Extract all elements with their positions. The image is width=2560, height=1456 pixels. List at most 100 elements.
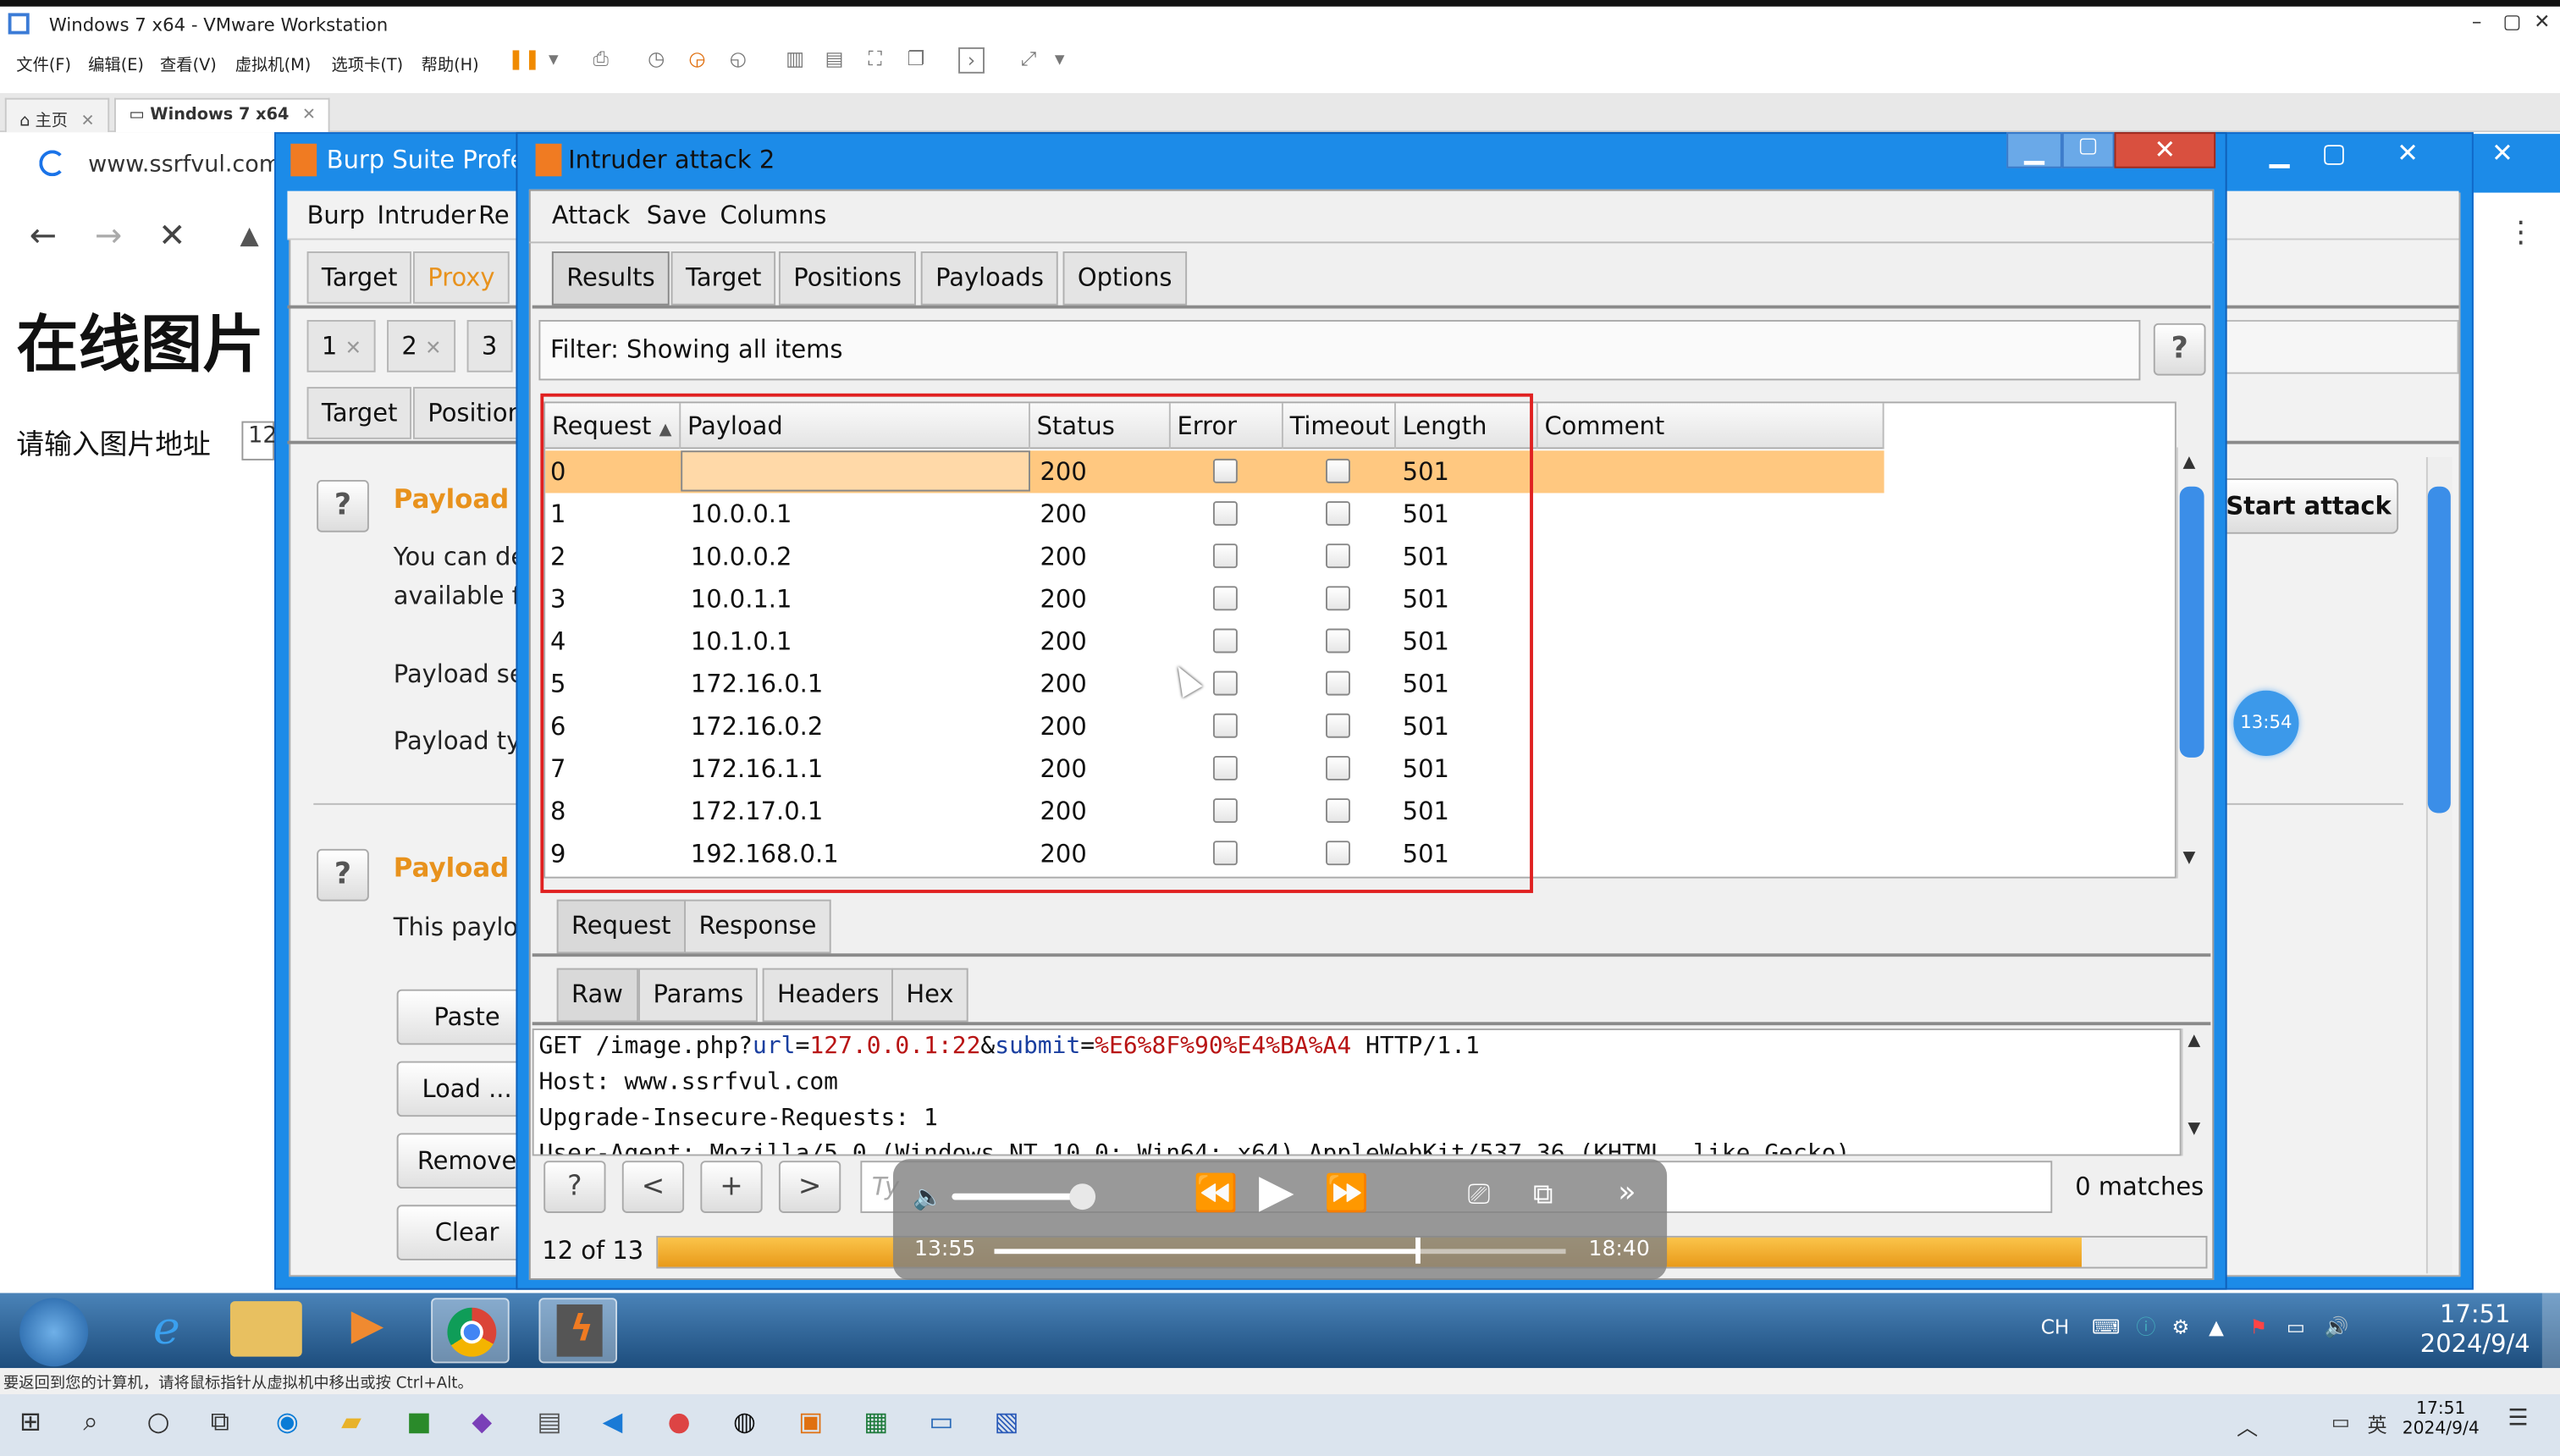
volume-slider[interactable] (952, 1193, 1083, 1200)
file-explorer-icon[interactable]: ▰ (341, 1406, 361, 1437)
seek-knob[interactable] (1415, 1237, 1421, 1264)
close-icon[interactable]: ✕ (81, 113, 95, 130)
tab-2[interactable]: 2 ✕ (387, 320, 456, 372)
close-icon[interactable]: ✕ (2534, 10, 2550, 33)
warning-icon[interactable]: ▲ (240, 220, 259, 250)
column-comment[interactable]: Comment (1538, 403, 1884, 449)
visual-studio-icon[interactable]: ◆ (472, 1406, 492, 1437)
windows-start-icon[interactable]: ⊞ (19, 1406, 41, 1437)
snapshot-manager-icon[interactable]: ◵ (725, 47, 751, 74)
image-url-input[interactable]: 12 (241, 421, 278, 461)
volume-icon[interactable]: 🔈 (913, 1182, 943, 1211)
menu-tabs[interactable]: 选项卡(T) (332, 51, 404, 75)
airplay-icon[interactable]: ⎚ (1468, 1178, 1490, 1211)
snapshot-icon[interactable]: ◷ (643, 47, 670, 74)
tab-payloads[interactable]: Payloads (920, 251, 1059, 306)
send-keys-icon[interactable]: ⎙ (588, 47, 614, 74)
tab-request[interactable]: Request (556, 899, 686, 954)
raw-scrollbar[interactable]: ▲ ▼ (2181, 1029, 2211, 1156)
menu-help[interactable]: 帮助(H) (422, 51, 479, 75)
tab-params[interactable]: Params (638, 968, 759, 1023)
menu-vm[interactable]: 虚拟机(M) (235, 51, 312, 75)
address-bar[interactable]: www.ssrfvul.com (88, 152, 281, 178)
picture-in-picture-icon[interactable]: ⧉ (1533, 1178, 1553, 1211)
play-icon[interactable]: ▶ (1259, 1164, 1294, 1218)
help-button[interactable]: ? (317, 480, 369, 532)
maximize-icon[interactable]: ▢ (2061, 132, 2115, 168)
show-desktop-button[interactable] (2541, 1293, 2560, 1369)
revert-snapshot-icon[interactable]: ◶ (684, 47, 710, 74)
tab-3[interactable]: 3 (466, 320, 512, 372)
vscode-icon[interactable]: ◀ (603, 1406, 623, 1437)
previous-button[interactable]: < (621, 1161, 685, 1213)
rewind-icon[interactable]: ⏪ (1194, 1174, 1239, 1215)
menu-file[interactable]: 文件(F) (16, 51, 71, 75)
win7-clock[interactable]: 17:51 2024/9/4 (2410, 1299, 2541, 1358)
console-icon[interactable]: › (958, 47, 985, 74)
ie-icon[interactable]: ℯ (127, 1301, 206, 1366)
tab-headers[interactable]: Headers (762, 968, 894, 1023)
tab-1[interactable]: 1 ✕ (306, 320, 377, 372)
menu-columns[interactable]: Columns (720, 201, 827, 230)
sidebar-icon[interactable]: ▥ (782, 47, 808, 74)
unity-icon[interactable]: ❐ (903, 47, 930, 74)
burp-menu-burp[interactable]: Burp (307, 201, 365, 230)
tab-options[interactable]: Options (1062, 251, 1187, 306)
volume-knob[interactable] (1069, 1183, 1096, 1211)
stretch-icon[interactable]: ⤢ (1016, 47, 1042, 74)
tab-windows7[interactable]: ▭ Windows 7 x64 ✕ (114, 97, 331, 133)
network-icon[interactable]: ▭ (2287, 1315, 2305, 1338)
chrome-host-icon[interactable]: ● (668, 1406, 691, 1437)
ime-indicator[interactable]: 英 (2367, 1410, 2386, 1438)
thumbnail-icon[interactable]: ▤ (821, 47, 847, 74)
next-button[interactable]: > (778, 1161, 841, 1213)
search-icon[interactable]: ⌕ (83, 1406, 97, 1439)
help-button[interactable]: ? (2153, 323, 2206, 376)
menu-edit[interactable]: 编辑(E) (88, 51, 144, 75)
help-button[interactable]: ? (317, 848, 369, 902)
filter-bar[interactable]: Filter: Showing all items (538, 320, 2141, 381)
minimize-icon[interactable]: ▁ (2006, 132, 2062, 168)
word-icon[interactable]: ▧ (995, 1406, 1019, 1437)
browser-close-icon[interactable]: ✕ (2491, 137, 2513, 168)
edge-icon[interactable]: ◉ (276, 1406, 299, 1437)
menu-save[interactable]: Save (647, 201, 707, 230)
start-button[interactable] (19, 1298, 89, 1367)
close-icon[interactable]: ✕ (425, 336, 441, 359)
scroll-down-icon[interactable]: ▼ (2183, 849, 2196, 867)
app-icon[interactable]: ▤ (538, 1406, 562, 1437)
menu-view[interactable]: 查看(V) (160, 51, 217, 75)
chrome-icon[interactable] (431, 1298, 510, 1364)
remote-desktop-icon[interactable]: ▭ (929, 1406, 953, 1437)
notification-icon[interactable]: ☰ (2508, 1406, 2528, 1432)
tab-home[interactable]: ⌂ 主页 ✕ (4, 97, 110, 133)
cortana-icon[interactable]: ○ (147, 1406, 170, 1437)
win10-clock[interactable]: 17:51 2024/9/4 (2400, 1399, 2481, 1438)
table-scrollbar[interactable]: ▲ ▼ (2176, 447, 2206, 879)
keyboard-icon[interactable]: ⌨ (2092, 1315, 2120, 1338)
more-icon[interactable]: » (1618, 1176, 1636, 1211)
language-indicator[interactable]: CH (2041, 1315, 2070, 1338)
scrollbar-thumb[interactable] (2427, 486, 2451, 813)
menu-attack[interactable]: Attack (552, 201, 630, 230)
close-icon[interactable]: ✕ (2114, 132, 2216, 168)
burp-menu-repeater[interactable]: Re (478, 201, 510, 230)
help-button[interactable]: ? (543, 1161, 606, 1213)
tab-raw[interactable]: Raw (556, 968, 638, 1023)
help-icon[interactable]: ⓘ (2136, 1315, 2155, 1338)
burp-menu-intruder[interactable]: Intruder (378, 201, 476, 230)
maximize-icon[interactable]: ▢ (2321, 137, 2346, 168)
show-hidden-icons[interactable]: ▲ (2209, 1315, 2224, 1338)
fullscreen-icon[interactable]: ⛶ (862, 47, 888, 74)
forward-icon[interactable]: → (95, 216, 122, 255)
scroll-up-icon[interactable]: ▲ (2183, 454, 2196, 472)
scrollbar-thumb[interactable] (2179, 486, 2204, 758)
volume-icon[interactable]: 🔊 (2325, 1315, 2349, 1338)
flag-icon[interactable]: ⚑ (2249, 1315, 2267, 1338)
start-attack-button[interactable]: Start attack (2218, 478, 2399, 534)
pycharm-icon[interactable]: ■ (406, 1406, 431, 1437)
fast-forward-icon[interactable]: ⏩ (1324, 1174, 1369, 1215)
tab-target[interactable]: Target (306, 251, 412, 304)
task-view-icon[interactable]: ⧉ (211, 1406, 229, 1439)
show-hidden-icons[interactable]: ︿ (2237, 1410, 2258, 1442)
